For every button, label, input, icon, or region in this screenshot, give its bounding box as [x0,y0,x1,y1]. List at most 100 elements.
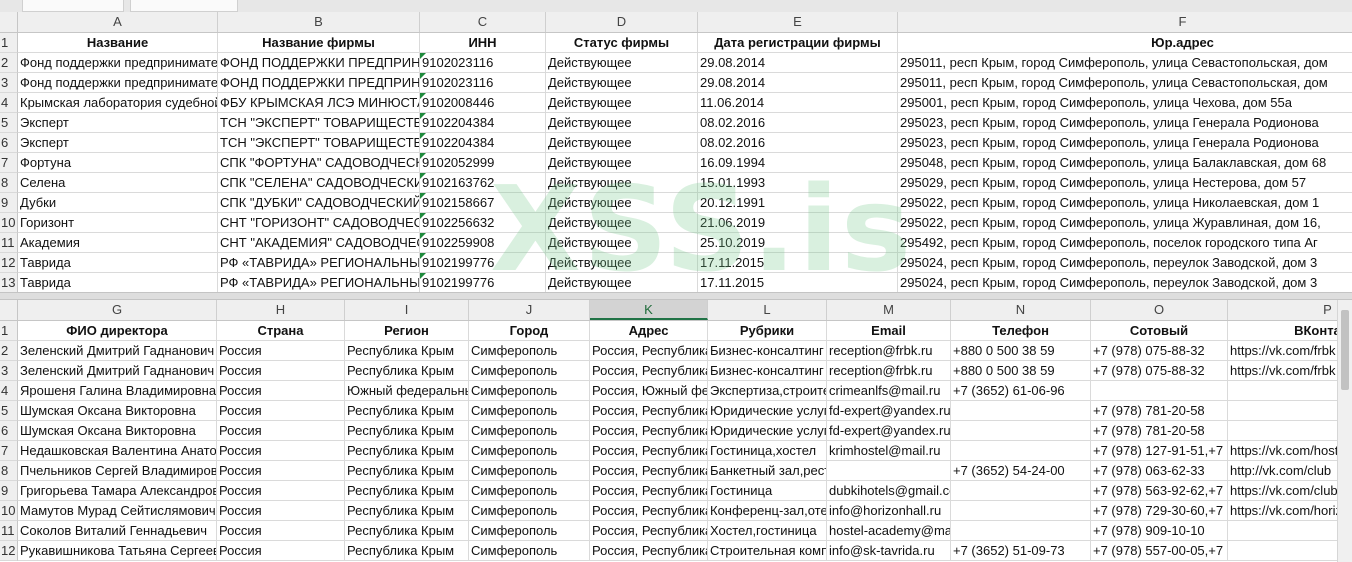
cell-l11[interactable]: Хостел,гостиница [708,521,827,541]
cell-e6[interactable]: 08.02.2016 [698,133,898,153]
cell-d9[interactable]: Действующее [546,193,698,213]
header-cell-j[interactable]: Город [469,321,590,341]
cell-k3[interactable]: Россия, Республика Крым [590,361,708,381]
cell-p9[interactable]: https://vk.com/club [1228,481,1352,501]
cell-k2[interactable]: Россия, Республика Крым [590,341,708,361]
row-number[interactable]: 7 [0,153,18,173]
cell-d12[interactable]: Действующее [546,253,698,273]
header-cell-o[interactable]: Сотовый [1091,321,1228,341]
cell-m9[interactable]: dubkihotels@gmail.com [827,481,951,501]
cell-m11[interactable]: hostel-academy@mail.ru [827,521,951,541]
cell-c12[interactable]: 9102199776 [420,253,546,273]
cell-e4[interactable]: 11.06.2014 [698,93,898,113]
cell-g2[interactable]: Зеленский Дмитрий Гаднанович [18,341,217,361]
cell-p8[interactable]: http://vk.com/club [1228,461,1352,481]
cell-a6[interactable]: Эксперт [18,133,218,153]
cell-p5[interactable] [1228,401,1352,421]
cell-b2[interactable]: ФОНД ПОДДЕРЖКИ ПРЕДПРИНИМАТЕЛЬСТВА [218,53,420,73]
cell-a4[interactable]: Крымская лаборатория судебной экспертизы [18,93,218,113]
cell-m7[interactable]: krimhostel@mail.ru [827,441,951,461]
header-cell-i[interactable]: Регион [345,321,469,341]
header-cell-p[interactable]: ВКонтакте [1228,321,1352,341]
cell-i10[interactable]: Республика Крым [345,501,469,521]
cell-o9[interactable]: +7 (978) 563-92-62,+7 (978) [1091,481,1228,501]
cell-f7[interactable]: 295048, респ Крым, город Симферополь, ул… [898,153,1352,173]
cell-o4[interactable] [1091,381,1228,401]
cell-f10[interactable]: 295022, респ Крым, город Симферополь, ул… [898,213,1352,233]
cell-k4[interactable]: Россия, Южный федеральный [590,381,708,401]
cell-h3[interactable]: Россия [217,361,345,381]
row-number[interactable]: 10 [0,501,18,521]
cell-i2[interactable]: Республика Крым [345,341,469,361]
cell-l7[interactable]: Гостиница,хостел [708,441,827,461]
cell-d13[interactable]: Действующее [546,273,698,292]
cell-i4[interactable]: Южный федеральный округ [345,381,469,401]
cell-e3[interactable]: 29.08.2014 [698,73,898,93]
cell-k10[interactable]: Россия, Республика Крым [590,501,708,521]
column-header-h[interactable]: H [217,300,345,320]
cell-d6[interactable]: Действующее [546,133,698,153]
select-all-corner[interactable] [0,12,18,32]
cell-b9[interactable]: СПК "ДУБКИ" САДОВОДЧЕСКИЙ [218,193,420,213]
cell-o8[interactable]: +7 (978) 063-62-33 [1091,461,1228,481]
cell-g3[interactable]: Зеленский Дмитрий Гаднанович [18,361,217,381]
cell-c3[interactable]: 9102023116 [420,73,546,93]
cell-o11[interactable]: +7 (978) 909-10-10 [1091,521,1228,541]
cell-n7[interactable] [951,441,1091,461]
sheet-tab[interactable] [22,0,124,12]
cell-b5[interactable]: ТСН "ЭКСПЕРТ" ТОВАРИЩЕСТВО [218,113,420,133]
cell-d7[interactable]: Действующее [546,153,698,173]
cell-c7[interactable]: 9102052999 [420,153,546,173]
cell-o5[interactable]: +7 (978) 781-20-58 [1091,401,1228,421]
row-number[interactable]: 10 [0,213,18,233]
row-number[interactable]: 2 [0,341,18,361]
cell-f6[interactable]: 295023, респ Крым, город Симферополь, ул… [898,133,1352,153]
cell-p6[interactable] [1228,421,1352,441]
cell-d5[interactable]: Действующее [546,113,698,133]
cell-o6[interactable]: +7 (978) 781-20-58 [1091,421,1228,441]
row-number[interactable]: 4 [0,381,18,401]
cell-j12[interactable]: Симферополь [469,541,590,561]
row-number[interactable]: 3 [0,73,18,93]
cell-j2[interactable]: Симферополь [469,341,590,361]
cell-h5[interactable]: Россия [217,401,345,421]
cell-m3[interactable]: reception@frbk.ru [827,361,951,381]
row-number[interactable]: 5 [0,113,18,133]
row-number[interactable]: 7 [0,441,18,461]
cell-j8[interactable]: Симферополь [469,461,590,481]
column-header-j[interactable]: J [469,300,590,320]
column-header-k[interactable]: K [590,300,708,320]
cell-b11[interactable]: СНТ "АКАДЕМИЯ" САДОВОДЧЕСКОЕ [218,233,420,253]
cell-i6[interactable]: Республика Крым [345,421,469,441]
cell-i11[interactable]: Республика Крым [345,521,469,541]
cell-j9[interactable]: Симферополь [469,481,590,501]
cell-k8[interactable]: Россия, Республика Крым [590,461,708,481]
row-number[interactable]: 1 [0,321,18,341]
header-cell-h[interactable]: Страна [217,321,345,341]
cell-f11[interactable]: 295492, респ Крым, город Симферополь, по… [898,233,1352,253]
row-number[interactable]: 2 [0,53,18,73]
cell-m2[interactable]: reception@frbk.ru [827,341,951,361]
cell-l6[interactable]: Юридические услуги [708,421,827,441]
cell-o12[interactable]: +7 (978) 557-00-05,+7 (978) [1091,541,1228,561]
cell-i3[interactable]: Республика Крым [345,361,469,381]
sheet-tab[interactable] [130,0,238,12]
cell-f13[interactable]: 295024, респ Крым, город Симферополь, пе… [898,273,1352,292]
cell-h9[interactable]: Россия [217,481,345,501]
cell-j4[interactable]: Симферополь [469,381,590,401]
cell-g11[interactable]: Соколов Виталий Геннадьевич [18,521,217,541]
cell-a8[interactable]: Селена [18,173,218,193]
cell-c10[interactable]: 9102256632 [420,213,546,233]
cell-c9[interactable]: 9102158667 [420,193,546,213]
cell-o3[interactable]: +7 (978) 075-88-32 [1091,361,1228,381]
column-header-l[interactable]: L [708,300,827,320]
cell-l10[interactable]: Конференц-зал,отель [708,501,827,521]
cell-m8[interactable] [827,461,951,481]
cell-g9[interactable]: Григорьева Тамара Александровна [18,481,217,501]
cell-h4[interactable]: Россия [217,381,345,401]
cell-l8[interactable]: Банкетный зал,ресторан [708,461,827,481]
row-number[interactable]: 12 [0,541,18,561]
cell-f5[interactable]: 295023, респ Крым, город Симферополь, ул… [898,113,1352,133]
cell-k12[interactable]: Россия, Республика Крым [590,541,708,561]
cell-a3[interactable]: Фонд поддержки предпринимательства [18,73,218,93]
